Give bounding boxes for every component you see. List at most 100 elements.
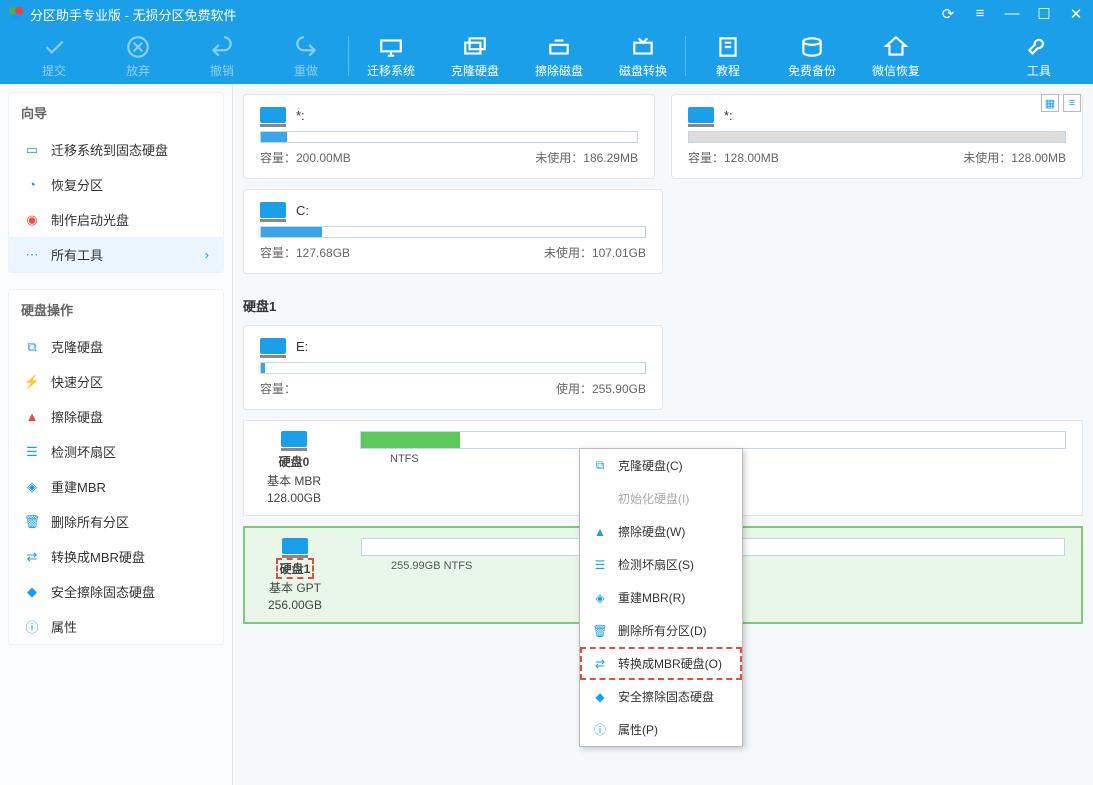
sidebar-item-properties[interactable]: ⓘ属性 bbox=[9, 609, 223, 644]
view-toggle: ▦ ≡ bbox=[1041, 94, 1081, 112]
recover-button[interactable]: 微信恢复 bbox=[854, 28, 938, 84]
cm-secerase[interactable]: ◆安全擦除固态硬盘 bbox=[580, 680, 742, 713]
close-icon[interactable]: ✕ bbox=[1067, 5, 1085, 23]
sidebar-item-convert-mbr[interactable]: ⇄转换成MBR硬盘 bbox=[9, 539, 223, 574]
usage-bar bbox=[260, 131, 638, 143]
convert-icon bbox=[630, 34, 656, 60]
disc-icon: ◉ bbox=[23, 211, 41, 229]
pie-icon: ◔ bbox=[23, 176, 41, 194]
backup-icon bbox=[799, 34, 825, 60]
wipe-button[interactable]: 擦除磁盘 bbox=[517, 28, 601, 84]
shield-icon: ◆ bbox=[592, 689, 608, 705]
undo-button[interactable]: 撤销 bbox=[180, 28, 264, 84]
partition-card-c[interactable]: C: 容量：127.68GB未使用：107.01GB bbox=[243, 189, 663, 274]
refresh-icon[interactable]: ⟳ bbox=[939, 5, 957, 23]
partition-card-star2[interactable]: *: 容量：128.00MB未使用：128.00MB bbox=[671, 94, 1083, 179]
context-menu: ⧉克隆硬盘(C) 初始化硬盘(I) ▲擦除硬盘(W) ☰检测坏扇区(S) ◈重建… bbox=[579, 448, 743, 747]
undo-icon bbox=[209, 34, 235, 60]
clone-icon: ⧉ bbox=[592, 458, 608, 474]
section-title-disk1: 硬盘1 bbox=[243, 286, 1083, 325]
cm-rebuild[interactable]: ◈重建MBR(R) bbox=[580, 581, 742, 614]
partition-card-e[interactable]: E: 容量：使用：255.90GB bbox=[243, 325, 663, 410]
cancel-icon bbox=[125, 34, 151, 60]
sidebar-item-all-tools[interactable]: ⋯所有工具› bbox=[9, 237, 223, 272]
titlebar: 分区助手专业版 - 无损分区免费软件 ⟳ ≡ — ☐ ✕ bbox=[0, 0, 1093, 28]
windows-drive-icon bbox=[260, 202, 286, 218]
bolt-icon: ⚡ bbox=[23, 373, 41, 391]
clone-icon bbox=[462, 34, 488, 60]
tutorial-button[interactable]: 教程 bbox=[686, 28, 770, 84]
disk-info: 硬盘1 基本 GPT 256.00GB bbox=[245, 528, 345, 622]
cm-init: 初始化硬盘(I) bbox=[580, 482, 742, 515]
usage-bar bbox=[688, 131, 1066, 143]
cm-badsector[interactable]: ☰检测坏扇区(S) bbox=[580, 548, 742, 581]
clone-button[interactable]: 克隆硬盘 bbox=[433, 28, 517, 84]
discard-button[interactable]: 放弃 bbox=[96, 28, 180, 84]
sidebar-item-delete-all[interactable]: 🗑删除所有分区 bbox=[9, 504, 223, 539]
sidebar-item-migrate-ssd[interactable]: ▭迁移系统到固态硬盘 bbox=[9, 132, 223, 167]
migrate-button[interactable]: 迁移系统 bbox=[349, 28, 433, 84]
sidebar: 向导 ▭迁移系统到固态硬盘 ◔恢复分区 ◉制作启动光盘 ⋯所有工具› 硬盘操作 … bbox=[0, 84, 233, 785]
minimize-icon[interactable]: — bbox=[1003, 5, 1021, 23]
content: ▦ ≡ *: 容量：200.00MB未使用：186.29MB *: 容量：128… bbox=[233, 84, 1093, 785]
eraser-icon: ▲ bbox=[23, 408, 41, 426]
disk-label-highlighted: 硬盘1 bbox=[278, 560, 313, 577]
dots-icon: ⋯ bbox=[23, 246, 41, 264]
submit-button[interactable]: 提交 bbox=[12, 28, 96, 84]
sidebar-item-quickpart[interactable]: ⚡快速分区 bbox=[9, 364, 223, 399]
window-controls: ⟳ ≡ — ☐ ✕ bbox=[939, 5, 1085, 23]
book-icon bbox=[715, 34, 741, 60]
cm-delall[interactable]: 🗑删除所有分区(D) bbox=[580, 614, 742, 647]
disk-info: 硬盘0 基本 MBR 128.00GB bbox=[244, 421, 344, 515]
shield-icon: ◆ bbox=[23, 583, 41, 601]
check-icon bbox=[41, 34, 67, 60]
view-grid-icon[interactable]: ▦ bbox=[1041, 94, 1059, 112]
wipe-icon bbox=[546, 34, 572, 60]
convert-button[interactable]: 磁盘转换 bbox=[601, 28, 685, 84]
scan-icon: ☰ bbox=[592, 557, 608, 573]
cm-convert-mbr[interactable]: ⇄转换成MBR硬盘(O) bbox=[580, 647, 742, 680]
sidebar-item-rebuild-mbr[interactable]: ◈重建MBR bbox=[9, 469, 223, 504]
eraser-icon: ▲ bbox=[592, 524, 608, 540]
sidebar-item-recover-partition[interactable]: ◔恢复分区 bbox=[9, 167, 223, 202]
backup-button[interactable]: 免费备份 bbox=[770, 28, 854, 84]
usage-bar bbox=[260, 226, 646, 238]
cm-wipe[interactable]: ▲擦除硬盘(W) bbox=[580, 515, 742, 548]
menu-icon[interactable]: ≡ bbox=[971, 5, 989, 23]
redo-icon bbox=[293, 34, 319, 60]
partition-card-star1[interactable]: *: 容量：200.00MB未使用：186.29MB bbox=[243, 94, 655, 179]
drive-icon bbox=[260, 107, 286, 123]
view-list-icon[interactable]: ≡ bbox=[1063, 94, 1081, 112]
scan-icon: ☰ bbox=[23, 443, 41, 461]
sidebar-item-bootdisc[interactable]: ◉制作启动光盘 bbox=[9, 202, 223, 237]
maximize-icon[interactable]: ☐ bbox=[1035, 5, 1053, 23]
toolbar: 提交 放弃 撤销 重做 迁移系统 克隆硬盘 擦除磁盘 磁盘转换 教程 免费备份 … bbox=[0, 28, 1093, 84]
tag-icon: ◈ bbox=[23, 478, 41, 496]
info-icon: ⓘ bbox=[23, 618, 41, 636]
cm-props[interactable]: ⓘ属性(P) bbox=[580, 713, 742, 746]
wrench-icon bbox=[1026, 34, 1052, 60]
swap-icon: ⇄ bbox=[592, 656, 608, 672]
tools-button[interactable]: 工具 bbox=[997, 28, 1081, 84]
drive-icon bbox=[281, 431, 307, 447]
trash-icon: 🗑 bbox=[592, 623, 608, 639]
clone-icon: ⧉ bbox=[23, 338, 41, 356]
redo-button[interactable]: 重做 bbox=[264, 28, 348, 84]
sidebar-item-secure-erase[interactable]: ◆安全擦除固态硬盘 bbox=[9, 574, 223, 609]
migrate-icon bbox=[378, 34, 404, 60]
wechat-icon bbox=[883, 34, 909, 60]
trash-icon: 🗑 bbox=[23, 513, 41, 531]
init-icon bbox=[592, 491, 608, 507]
drive-icon bbox=[688, 107, 714, 123]
cm-clone[interactable]: ⧉克隆硬盘(C) bbox=[580, 449, 742, 482]
window-title: 分区助手专业版 - 无损分区免费软件 bbox=[30, 5, 939, 24]
sidebar-item-clone[interactable]: ⧉克隆硬盘 bbox=[9, 329, 223, 364]
usage-bar bbox=[260, 362, 646, 374]
chevron-right-icon: › bbox=[205, 247, 209, 262]
app-logo-icon bbox=[8, 6, 24, 22]
sidebar-ops-header: 硬盘操作 bbox=[9, 290, 223, 329]
sidebar-item-wipe[interactable]: ▲擦除硬盘 bbox=[9, 399, 223, 434]
sidebar-item-badsector[interactable]: ☰检测坏扇区 bbox=[9, 434, 223, 469]
drive-icon bbox=[260, 338, 286, 354]
info-icon: ⓘ bbox=[592, 722, 608, 738]
